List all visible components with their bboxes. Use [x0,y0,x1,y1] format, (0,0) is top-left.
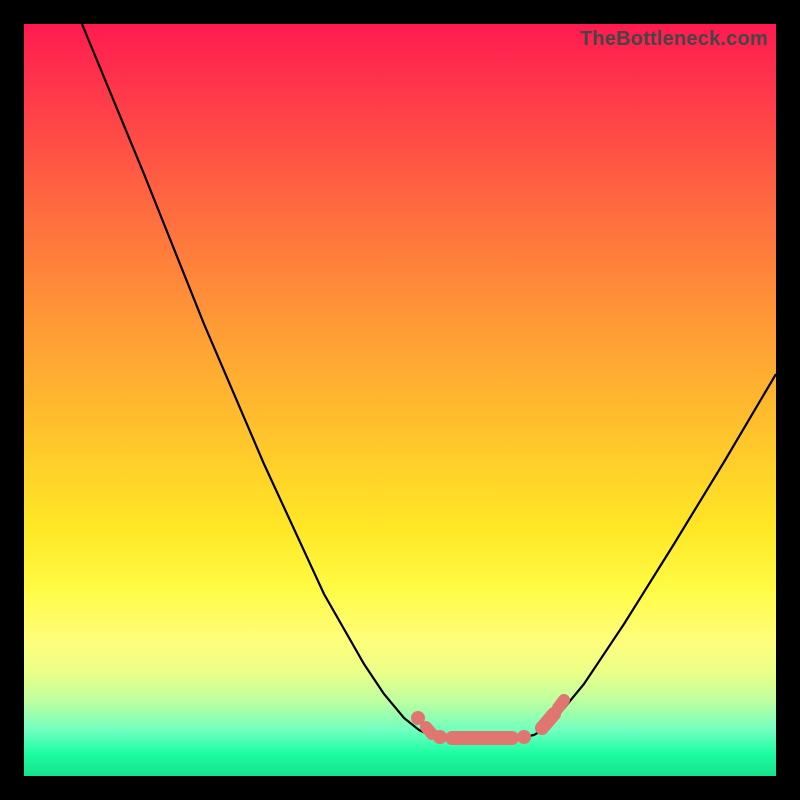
chart-plot [24,24,776,776]
curve-group [82,24,776,737]
data-marker-pill [558,700,564,708]
data-marker [517,730,531,744]
marker-group [411,700,564,744]
left-curve [82,24,439,737]
attribution-label: TheBottleneck.com [580,28,768,51]
data-marker-pill [426,727,432,734]
right-curve [524,374,776,737]
data-marker-pill [542,714,554,728]
data-marker [433,730,447,744]
chart-frame: TheBottleneck.com [24,24,776,776]
